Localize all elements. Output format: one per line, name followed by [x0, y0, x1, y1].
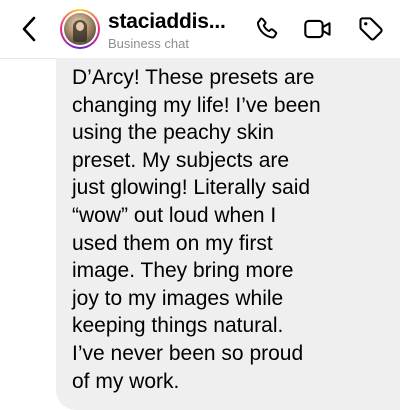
avatar-border [62, 11, 98, 47]
avatar-face [76, 22, 84, 31]
message-text: D’Arcy! These presets are changing my li… [72, 66, 321, 393]
label-button[interactable] [356, 14, 386, 44]
chat-screen: staciaddis... Business chat D’Arcy! Thes… [0, 0, 400, 410]
call-button[interactable] [252, 14, 282, 44]
video-call-button[interactable] [303, 14, 333, 44]
avatar[interactable] [60, 9, 100, 49]
chat-header: staciaddis... Business chat [0, 0, 400, 59]
tag-icon [359, 17, 383, 41]
avatar-photo [64, 13, 96, 45]
contact-username[interactable]: staciaddis... [108, 10, 226, 34]
phone-icon [256, 17, 278, 39]
contact-subtitle: Business chat [108, 36, 189, 51]
video-camera-icon [304, 19, 331, 39]
back-button[interactable] [16, 14, 42, 44]
chevron-left-icon [22, 16, 36, 42]
